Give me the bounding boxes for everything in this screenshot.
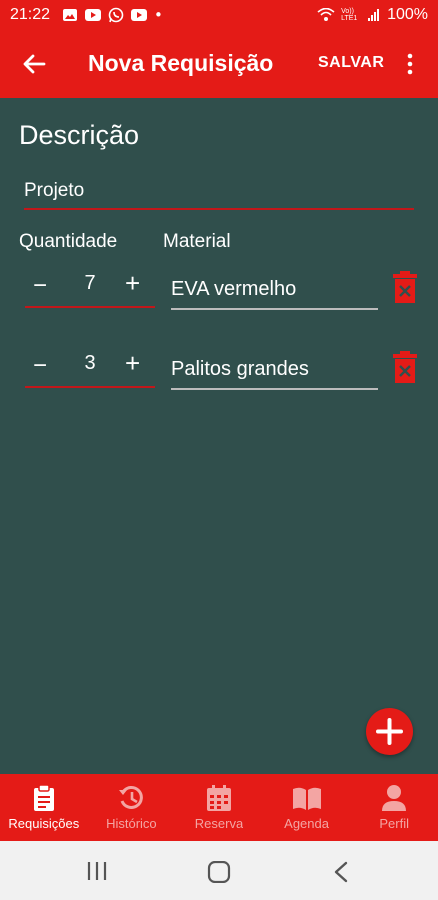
material-header: Material [163, 231, 231, 252]
plus-icon [376, 718, 403, 745]
recent-apps-icon[interactable] [86, 861, 108, 881]
add-item-button[interactable] [366, 708, 413, 755]
youtube-icon [131, 9, 148, 21]
back-nav-icon[interactable] [333, 861, 349, 883]
whatsapp-icon [108, 7, 124, 23]
increment-button[interactable]: + [125, 348, 140, 379]
history-icon [119, 785, 144, 809]
nav-item-historico[interactable]: Histórico [88, 774, 176, 841]
delete-icon[interactable] [392, 270, 418, 304]
requisition-form: Descrição Projeto Quantidade Material − … [0, 98, 438, 774]
project-input[interactable]: Projeto [24, 178, 414, 210]
battery-text: 100% [387, 6, 428, 23]
description-label: Descrição [19, 120, 140, 150]
youtube-icon [85, 9, 102, 21]
item-row: − 3 + Palitos grandes [0, 348, 438, 398]
home-icon[interactable] [207, 861, 231, 883]
nav-item-reserva[interactable]: Reserva [175, 774, 263, 841]
nav-item-requisicoes[interactable]: Requisições [0, 774, 88, 841]
bottom-navigation: Requisições Histórico Reserva Agenda Per… [0, 774, 438, 841]
delete-icon[interactable] [392, 350, 418, 384]
nav-label: Histórico [106, 816, 157, 831]
quantity-stepper: − 3 + [25, 348, 155, 388]
nav-item-perfil[interactable]: Perfil [350, 774, 438, 841]
calendar-icon [206, 785, 231, 811]
status-dot: • [154, 6, 163, 24]
increment-button[interactable]: + [125, 268, 140, 299]
book-icon [292, 787, 321, 810]
item-row: − 7 + EVA vermelho [0, 268, 438, 318]
system-navigation-bar [0, 841, 438, 900]
app-bar: Nova Requisição SALVAR [0, 30, 438, 98]
nav-label: Reserva [194, 816, 244, 831]
more-vert-icon[interactable] [402, 52, 418, 76]
back-arrow-icon[interactable] [20, 50, 48, 78]
status-time: 21:22 [10, 6, 51, 23]
person-icon [382, 785, 407, 811]
material-input[interactable]: Palitos grandes [171, 348, 378, 390]
material-input[interactable]: EVA vermelho [171, 268, 378, 310]
quantity-stepper: − 7 + [25, 268, 155, 308]
clipboard-icon [33, 784, 54, 811]
nav-label: Agenda [284, 816, 329, 831]
notification-icons: • [62, 6, 163, 24]
image-icon [63, 9, 78, 21]
save-button[interactable]: SALVAR [318, 54, 384, 72]
network-label: Vo)) LTE1 [341, 8, 358, 22]
nav-label: Perfil [379, 816, 409, 831]
status-bar: 21:22 • Vo)) LTE1 100% [0, 0, 438, 30]
quantity-header: Quantidade [19, 231, 118, 252]
signal-icon [368, 9, 380, 21]
nav-label: Requisições [8, 816, 80, 831]
status-right: Vo)) LTE1 100% [317, 6, 428, 24]
page-title: Nova Requisição [88, 50, 274, 76]
wifi-icon [317, 8, 335, 21]
nav-item-agenda[interactable]: Agenda [263, 774, 351, 841]
